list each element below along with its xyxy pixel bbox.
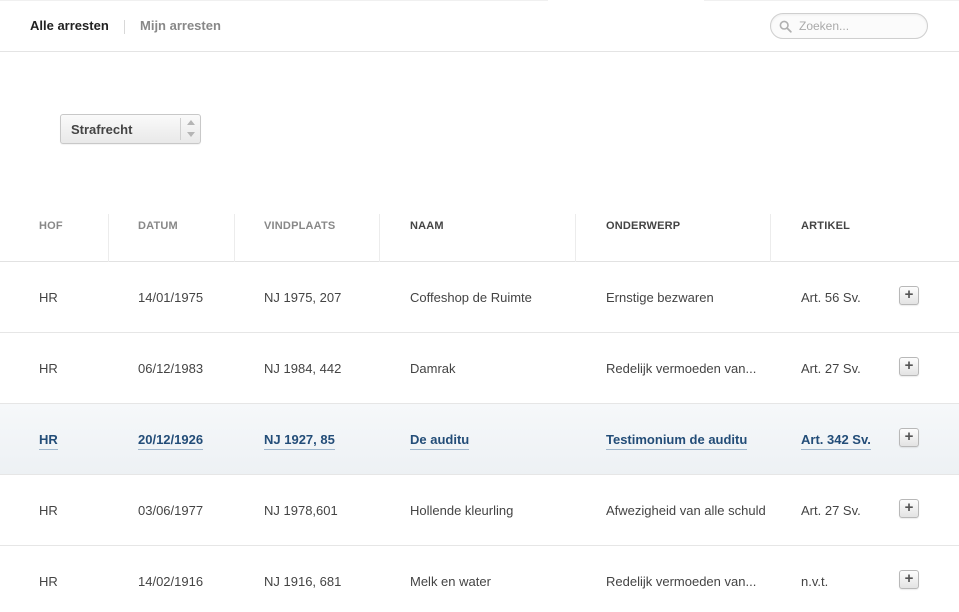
cell-hof: HR xyxy=(39,503,58,518)
cell-naam: Damrak xyxy=(410,361,456,376)
cell-vindplaats: NJ 1978,601 xyxy=(264,503,338,518)
cell-hof: HR xyxy=(39,574,58,589)
table-row[interactable]: HR 14/02/1916 NJ 1916, 681 Melk en water… xyxy=(0,546,959,612)
add-button[interactable]: + xyxy=(899,357,919,376)
cell-datum: 14/01/1975 xyxy=(138,290,204,305)
cell-vindplaats: NJ 1984, 442 xyxy=(264,361,342,376)
arresten-table: HOF DATUM VINDPLAATS NAAM ONDERWERP ARTI… xyxy=(0,190,959,612)
column-divider xyxy=(234,214,235,262)
top-highlight xyxy=(548,0,704,2)
table-row[interactable]: HR 03/06/1977 NJ 1978,601 Hollende kleur… xyxy=(0,475,959,546)
cell-artikel: Art. 27 Sv. xyxy=(801,361,861,376)
cell-vindplaats: NJ 1916, 681 xyxy=(264,574,342,589)
cell-vindplaats: NJ 1975, 207 xyxy=(264,290,342,305)
cell-onderwerp: Redelijk vermoeden van... xyxy=(606,361,757,376)
cell-onderwerp: Afwezigheid van alle schuld xyxy=(606,503,766,518)
column-header-hof[interactable]: HOF xyxy=(39,220,63,232)
category-select-value: Strafrecht xyxy=(71,122,133,137)
add-button[interactable]: + xyxy=(899,286,919,305)
cell-vindplaats[interactable]: NJ 1927, 85 xyxy=(264,432,335,450)
arrow-down-icon xyxy=(187,132,195,137)
cell-artikel: n.v.t. xyxy=(801,574,829,589)
cell-onderwerp: Ernstige bezwaren xyxy=(606,290,714,305)
column-divider xyxy=(108,214,109,262)
cell-datum: 06/12/1983 xyxy=(138,361,204,376)
cell-hof[interactable]: HR xyxy=(39,432,58,450)
column-header-naam[interactable]: NAAM xyxy=(410,220,444,232)
cell-hof: HR xyxy=(39,361,58,376)
cell-naam: Hollende kleurling xyxy=(410,503,514,518)
table-row[interactable]: HR 14/01/1975 NJ 1975, 207 Coffeshop de … xyxy=(0,262,959,333)
add-button[interactable]: + xyxy=(899,428,919,447)
category-select[interactable]: Strafrecht xyxy=(60,114,201,144)
search-box[interactable] xyxy=(770,13,928,39)
table-row-active[interactable]: HR 20/12/1926 NJ 1927, 85 De auditu Test… xyxy=(0,404,959,475)
column-header-artikel[interactable]: ARTIKEL xyxy=(801,220,850,232)
column-divider xyxy=(770,214,771,262)
tab-mijn-arresten[interactable]: Mijn arresten xyxy=(140,18,221,33)
cell-artikel: Art. 56 Sv. xyxy=(801,290,861,305)
cell-naam[interactable]: De auditu xyxy=(410,432,470,450)
add-button[interactable]: + xyxy=(899,570,919,589)
column-header-vindplaats[interactable]: VINDPLAATS xyxy=(264,220,335,232)
add-button[interactable]: + xyxy=(899,499,919,518)
cell-datum: 03/06/1977 xyxy=(138,503,204,518)
column-divider xyxy=(575,214,576,262)
cell-datum[interactable]: 20/12/1926 xyxy=(138,432,204,450)
cell-artikel: Art. 27 Sv. xyxy=(801,503,861,518)
select-divider xyxy=(180,118,181,140)
cell-onderwerp[interactable]: Testimonium de auditu xyxy=(606,432,748,450)
search-input[interactable] xyxy=(799,18,919,34)
cell-naam: Coffeshop de Ruimte xyxy=(410,290,532,305)
tab-divider xyxy=(124,20,125,34)
column-header-datum[interactable]: DATUM xyxy=(138,220,178,232)
table-row[interactable]: HR 06/12/1983 NJ 1984, 442 Damrak Redeli… xyxy=(0,333,959,404)
tab-all-arresten[interactable]: Alle arresten xyxy=(30,18,109,33)
cell-hof: HR xyxy=(39,290,58,305)
arrow-up-icon xyxy=(187,120,195,125)
search-icon xyxy=(779,20,792,33)
column-header-onderwerp[interactable]: ONDERWERP xyxy=(606,220,680,232)
select-arrows-icon xyxy=(185,119,197,139)
top-navigation-bar: Alle arresten Mijn arresten xyxy=(0,0,959,52)
cell-artikel[interactable]: Art. 342 Sv. xyxy=(801,432,871,450)
column-divider xyxy=(379,214,380,262)
cell-onderwerp: Redelijk vermoeden van... xyxy=(606,574,757,589)
cell-datum: 14/02/1916 xyxy=(138,574,204,589)
table-header: HOF DATUM VINDPLAATS NAAM ONDERWERP ARTI… xyxy=(0,190,959,262)
cell-naam: Melk en water xyxy=(410,574,491,589)
